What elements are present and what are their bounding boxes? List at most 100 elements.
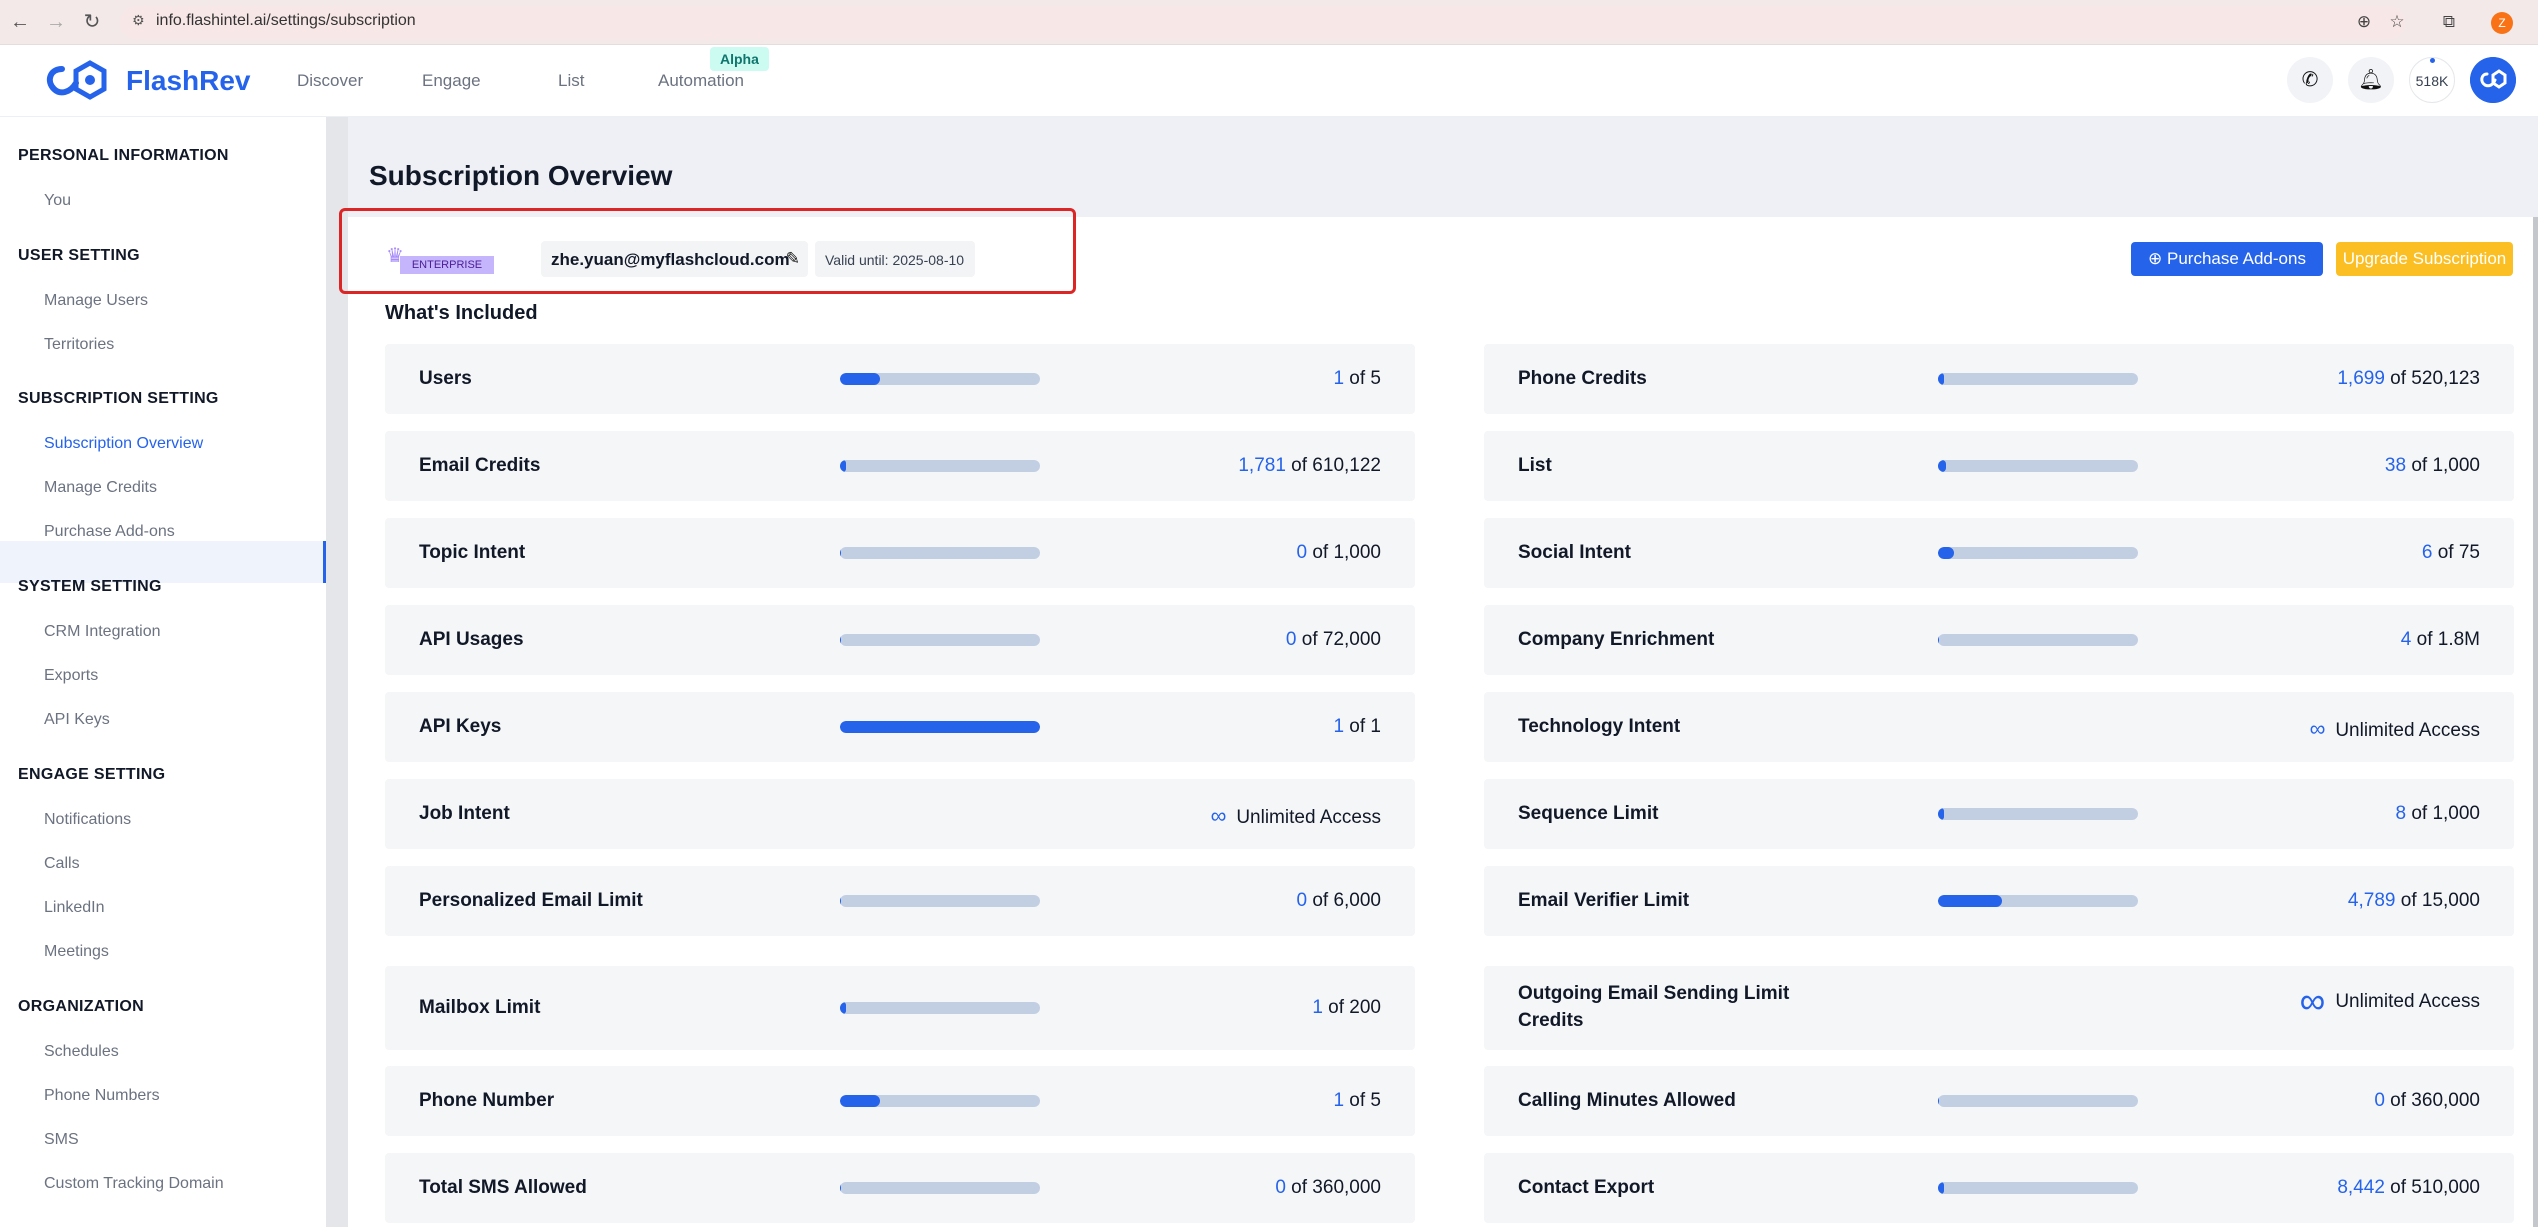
usage-value: 0 of 72,000 <box>1286 629 1381 651</box>
sidebar-item-manage-credits[interactable]: Manage Credits <box>44 479 157 497</box>
usage-value: 1 of 5 <box>1333 368 1381 390</box>
section-user-setting: USER SETTING <box>18 247 140 264</box>
section-personal-information: PERSONAL INFORMATION <box>18 147 229 164</box>
usage-row-topic-intent: Topic Intent 0 of 1,000 <box>385 518 1415 588</box>
usage-total: of 1 <box>1344 716 1381 737</box>
usage-label: Mailbox Limit <box>419 997 541 1018</box>
unlimited-access: ∞ Unlimited Access <box>1211 803 1381 829</box>
usage-label: Outgoing Email Sending Limit Credits <box>1518 983 1790 1031</box>
sidebar-item-meetings[interactable]: Meetings <box>44 943 109 961</box>
usage-used-count: 6 <box>2421 542 2433 563</box>
sidebar-item-linkedin[interactable]: LinkedIn <box>44 899 105 917</box>
whats-included-title: What's Included <box>385 302 538 324</box>
usage-progress-bar <box>1938 1095 2138 1107</box>
usage-progress-fill <box>840 547 842 559</box>
section-subscription-setting: SUBSCRIPTION SETTING <box>18 390 219 407</box>
zoom-icon[interactable]: ⊕ <box>2353 11 2375 33</box>
purchase-add-ons-label: Purchase Add-ons <box>2167 249 2306 268</box>
section-system-setting: SYSTEM SETTING <box>18 578 162 595</box>
usage-total: of 5 <box>1344 368 1381 389</box>
sidebar-item-purchase-add-ons[interactable]: Purchase Add-ons <box>44 523 175 541</box>
extensions-icon[interactable]: ⧉ <box>2438 11 2460 33</box>
flashrev-logo-icon[interactable] <box>42 59 116 103</box>
brand-name[interactable]: FlashRev <box>126 65 251 97</box>
reload-icon[interactable]: ↻ <box>80 10 104 34</box>
usage-label: Company Enrichment <box>1518 629 1715 650</box>
usage-progress-fill <box>1938 808 1944 820</box>
usage-label: Social Intent <box>1518 542 1631 563</box>
sidebar-item-exports[interactable]: Exports <box>44 667 98 685</box>
bookmark-star-icon[interactable]: ☆ <box>2386 11 2408 33</box>
credits-balance[interactable]: 518K <box>2409 57 2455 103</box>
sidebar-item-sms[interactable]: SMS <box>44 1131 79 1149</box>
page-scrollbar[interactable] <box>2533 217 2538 1227</box>
address-bar[interactable] <box>120 6 2405 39</box>
usage-label: Job Intent <box>419 803 510 824</box>
purchase-add-ons-button[interactable]: ⊕ Purchase Add-ons <box>2131 242 2323 276</box>
usage-row-personalized-email-limit: Personalized Email Limit 0 of 6,000 <box>385 866 1415 936</box>
upgrade-subscription-button[interactable]: Upgrade Subscription <box>2336 242 2513 276</box>
sidebar-item-you[interactable]: You <box>44 192 71 210</box>
usage-total: of 1,000 <box>2406 455 2480 476</box>
sidebar-item-subscription-overview[interactable]: Subscription Overview <box>44 435 203 453</box>
usage-row-total-sms-allowed: Total SMS Allowed 0 of 360,000 <box>385 1153 1415 1223</box>
usage-value: 38 of 1,000 <box>2385 455 2480 477</box>
usage-progress-bar <box>840 895 1040 907</box>
back-icon[interactable]: ← <box>8 10 32 34</box>
plan-highlight-outline <box>339 208 1076 294</box>
sidebar-item-custom-tracking-domain[interactable]: Custom Tracking Domain <box>44 1175 224 1193</box>
usage-label: Technology Intent <box>1518 716 1681 737</box>
settings-sidebar: PERSONAL INFORMATION You USER SETTING Ma… <box>0 117 326 1227</box>
sidebar-item-schedules[interactable]: Schedules <box>44 1043 119 1061</box>
usage-total: of 360,000 <box>2384 1090 2480 1111</box>
sidebar-item-calls[interactable]: Calls <box>44 855 80 873</box>
usage-used-count: 8 <box>2395 803 2407 824</box>
notification-bell-icon[interactable]: 🔔︎ <box>2348 57 2394 103</box>
usage-progress-bar <box>1938 1182 2138 1194</box>
nav-discover[interactable]: Discover <box>297 71 363 91</box>
usage-row-technology-intent: Technology Intent ∞ Unlimited Access <box>1484 692 2514 762</box>
sidebar-item-phone-numbers[interactable]: Phone Numbers <box>44 1087 160 1105</box>
usage-value: 1,699 of 520,123 <box>2337 368 2480 390</box>
nav-automation[interactable]: Automation <box>658 71 744 91</box>
usage-used-count: 1,781 <box>1238 455 1286 476</box>
usage-progress-bar <box>1938 895 2138 907</box>
usage-used-count: 1 <box>1333 368 1345 389</box>
infinity-icon: ∞ <box>2309 716 2326 741</box>
sidebar-item-crm-integration[interactable]: CRM Integration <box>44 623 161 641</box>
sidebar-item-api-keys[interactable]: API Keys <box>44 711 110 729</box>
usage-value: 1,781 of 610,122 <box>1238 455 1381 477</box>
usage-row-email-credits: Email Credits 1,781 of 610,122 <box>385 431 1415 501</box>
usage-total: of 200 <box>1322 997 1381 1018</box>
usage-row-api-usages: API Usages 0 of 72,000 <box>385 605 1415 675</box>
usage-row-sequence-limit: Sequence Limit 8 of 1,000 <box>1484 779 2514 849</box>
usage-row-outgoing-email-sending-limit-credits: Outgoing Email Sending Limit Credits ∞ Unl… <box>1484 966 2514 1050</box>
browser-toolbar: ← → ↻ ⚙ info.flashintel.ai/settings/subs… <box>0 0 2538 45</box>
usage-value: 8,442 of 510,000 <box>2337 1177 2480 1199</box>
usage-progress-fill <box>840 1182 842 1194</box>
usage-label: Sequence Limit <box>1518 803 1659 824</box>
usage-total: of 520,123 <box>2384 368 2480 389</box>
usage-total: of 75 <box>2432 542 2480 563</box>
usage-row-users: Users 1 of 5 <box>385 344 1415 414</box>
url-text[interactable]: info.flashintel.ai/settings/subscription <box>156 12 416 30</box>
usage-progress-bar <box>1938 547 2138 559</box>
usage-label: Phone Number <box>419 1090 555 1111</box>
nav-list[interactable]: List <box>558 71 584 91</box>
sidebar-item-territories[interactable]: Territories <box>44 336 114 354</box>
browser-profile-avatar[interactable]: Z <box>2491 12 2513 34</box>
site-info-icon[interactable]: ⚙ <box>132 12 148 28</box>
forward-icon[interactable]: → <box>44 10 68 34</box>
sidebar-item-manage-users[interactable]: Manage Users <box>44 292 148 310</box>
alpha-badge: Alpha <box>710 47 769 71</box>
usage-row-job-intent: Job Intent ∞ Unlimited Access <box>385 779 1415 849</box>
usage-row-email-verifier-limit: Email Verifier Limit 4,789 of 15,000 <box>1484 866 2514 936</box>
usage-progress-bar <box>840 1002 1040 1014</box>
usage-label: Phone Credits <box>1518 368 1647 389</box>
phone-icon[interactable]: ✆ <box>2287 57 2333 103</box>
nav-engage[interactable]: Engage <box>422 71 481 91</box>
user-avatar[interactable] <box>2470 57 2516 103</box>
usage-row-mailbox-limit: Mailbox Limit 1 of 200 <box>385 966 1415 1050</box>
usage-progress-bar <box>840 460 1040 472</box>
sidebar-item-notifications[interactable]: Notifications <box>44 811 131 829</box>
